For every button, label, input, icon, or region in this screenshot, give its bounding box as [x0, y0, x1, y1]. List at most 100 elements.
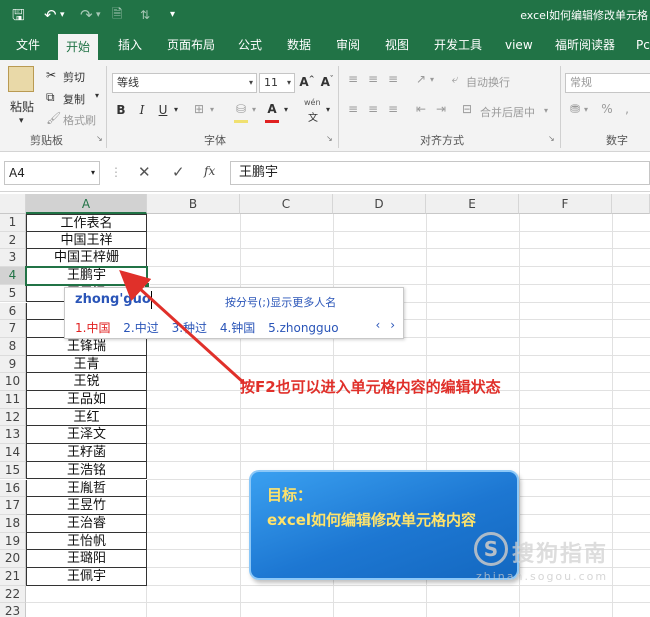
- cell-a[interactable]: 王怡帆: [26, 532, 147, 551]
- column-header-a[interactable]: A: [26, 194, 147, 214]
- align-bottom-icon[interactable]: ≡: [384, 72, 402, 86]
- row-header[interactable]: 3: [0, 249, 26, 268]
- row-header[interactable]: 22: [0, 585, 26, 604]
- align-middle-icon[interactable]: ≡: [364, 72, 382, 86]
- row-header[interactable]: 17: [0, 497, 26, 515]
- row-header[interactable]: 9: [0, 355, 26, 374]
- row-header[interactable]: 10: [0, 373, 26, 391]
- decrease-font-icon[interactable]: Aˇ: [318, 75, 336, 89]
- cell-a[interactable]: 王红: [26, 408, 147, 427]
- row-header[interactable]: 23: [0, 603, 26, 617]
- borders-dropdown-icon[interactable]: ▾: [210, 105, 214, 114]
- column-header-g[interactable]: [612, 194, 650, 214]
- font-size-select[interactable]: 11 ▾: [259, 73, 295, 93]
- phonetic-dropdown-icon[interactable]: ▾: [326, 105, 330, 114]
- cell-a[interactable]: 王璐阳: [26, 550, 147, 568]
- column-header-c[interactable]: C: [240, 194, 333, 214]
- cell-a[interactable]: 王籽菡: [26, 444, 147, 462]
- select-all-corner[interactable]: [0, 194, 26, 214]
- row-header[interactable]: 20: [0, 550, 26, 568]
- font-color-dropdown-icon[interactable]: ▾: [284, 105, 288, 114]
- copy-dropdown-icon[interactable]: ▾: [95, 91, 99, 100]
- merge-center-button[interactable]: 合并后居中: [480, 104, 535, 120]
- formula-input[interactable]: 王鹏宇: [230, 161, 650, 185]
- ime-candidate[interactable]: 1.中国: [75, 321, 110, 335]
- cell-a[interactable]: 中国王祥: [26, 231, 147, 250]
- column-header-d[interactable]: D: [333, 194, 426, 214]
- orientation-icon[interactable]: ↗: [412, 72, 430, 86]
- increase-font-icon[interactable]: A^: [298, 75, 316, 89]
- number-format-select[interactable]: 常规: [565, 73, 650, 93]
- bold-button[interactable]: B: [112, 103, 130, 117]
- cell-a[interactable]: [26, 603, 147, 617]
- column-header-e[interactable]: E: [426, 194, 519, 214]
- insert-function-button[interactable]: fx: [204, 164, 215, 178]
- ime-prev-page-icon[interactable]: ‹: [376, 318, 381, 332]
- wrap-text-button[interactable]: 自动换行: [466, 74, 510, 90]
- fill-color-icon[interactable]: ⛁: [232, 102, 250, 116]
- orientation-dropdown-icon[interactable]: ▾: [430, 75, 434, 84]
- align-top-icon[interactable]: ≡: [344, 72, 362, 86]
- cell-a[interactable]: [26, 585, 147, 604]
- undo-icon[interactable]: ↶: [44, 5, 57, 25]
- currency-icon[interactable]: ⛃: [566, 102, 584, 116]
- name-box[interactable]: A4 ▾: [4, 161, 100, 185]
- ime-pinyin-input[interactable]: zhong'guo: [75, 292, 151, 307]
- active-cell[interactable]: [25, 266, 148, 286]
- cell-a[interactable]: 王锋瑞: [26, 337, 147, 356]
- ime-candidate[interactable]: 4.钟国: [220, 321, 255, 335]
- tab-insert[interactable]: 插入: [118, 30, 142, 60]
- align-left-icon[interactable]: ≡: [344, 102, 362, 116]
- row-header[interactable]: 1: [0, 214, 26, 232]
- tab-pc[interactable]: Pc: [636, 30, 650, 60]
- tab-view[interactable]: 视图: [385, 30, 409, 60]
- row-header[interactable]: 21: [0, 568, 26, 586]
- increase-indent-icon[interactable]: ⇥: [432, 102, 450, 116]
- font-color-icon[interactable]: A: [263, 102, 281, 116]
- tab-foxit[interactable]: 福昕阅读器: [555, 30, 615, 60]
- cell-a[interactable]: 王佩宇: [26, 568, 147, 586]
- comma-button[interactable]: ,: [618, 102, 636, 116]
- currency-dropdown-icon[interactable]: ▾: [584, 105, 588, 114]
- borders-icon[interactable]: ⊞: [190, 102, 208, 116]
- row-header[interactable]: 5: [0, 284, 26, 303]
- cell-a[interactable]: 王胤哲: [26, 479, 147, 498]
- tab-data[interactable]: 数据: [287, 30, 311, 60]
- cell-a[interactable]: 王泽文: [26, 426, 147, 445]
- tab-developer[interactable]: 开发工具: [434, 30, 482, 60]
- row-header[interactable]: 19: [0, 532, 26, 551]
- sort-icon[interactable]: ⇅: [140, 5, 150, 25]
- font-launcher-icon[interactable]: ↘: [326, 134, 333, 143]
- alignment-launcher-icon[interactable]: ↘: [548, 134, 555, 143]
- underline-dropdown-icon[interactable]: ▾: [174, 105, 178, 114]
- row-header[interactable]: 14: [0, 444, 26, 462]
- cell-a[interactable]: 中国王梓姗: [26, 249, 147, 268]
- tab-file[interactable]: 文件: [16, 30, 40, 60]
- font-name-select[interactable]: 等线 ▾: [112, 73, 257, 93]
- wrap-text-icon[interactable]: ⤶: [446, 72, 464, 87]
- italic-button[interactable]: I: [133, 103, 151, 117]
- cell-a[interactable]: 王锐: [26, 373, 147, 391]
- row-header[interactable]: 15: [0, 461, 26, 480]
- percent-button[interactable]: %: [598, 102, 616, 116]
- copy-button[interactable]: 复制: [63, 91, 85, 107]
- merge-dropdown-icon[interactable]: ▾: [544, 106, 548, 115]
- clipboard-launcher-icon[interactable]: ↘: [96, 134, 103, 143]
- cell-a[interactable]: 王昱竹: [26, 497, 147, 515]
- redo-dropdown-icon[interactable]: ▾: [96, 5, 101, 25]
- row-header[interactable]: 11: [0, 391, 26, 409]
- paste-button[interactable]: 粘贴: [10, 98, 34, 115]
- undo-dropdown-icon[interactable]: ▾: [60, 5, 65, 25]
- ime-candidate[interactable]: 5.zhongguo: [268, 321, 338, 335]
- ime-next-page-icon[interactable]: ›: [390, 318, 395, 332]
- customize-qat-icon[interactable]: ▾: [170, 5, 175, 25]
- row-header[interactable]: 12: [0, 408, 26, 427]
- redo-icon[interactable]: ↷: [80, 5, 93, 25]
- row-header[interactable]: 2: [0, 231, 26, 250]
- cell-a[interactable]: 工作表名: [26, 214, 147, 232]
- row-header[interactable]: 13: [0, 426, 26, 445]
- decrease-indent-icon[interactable]: ⇤: [412, 102, 430, 116]
- row-header[interactable]: 16: [0, 479, 26, 498]
- row-header[interactable]: 6: [0, 302, 26, 321]
- column-header-f[interactable]: F: [519, 194, 612, 214]
